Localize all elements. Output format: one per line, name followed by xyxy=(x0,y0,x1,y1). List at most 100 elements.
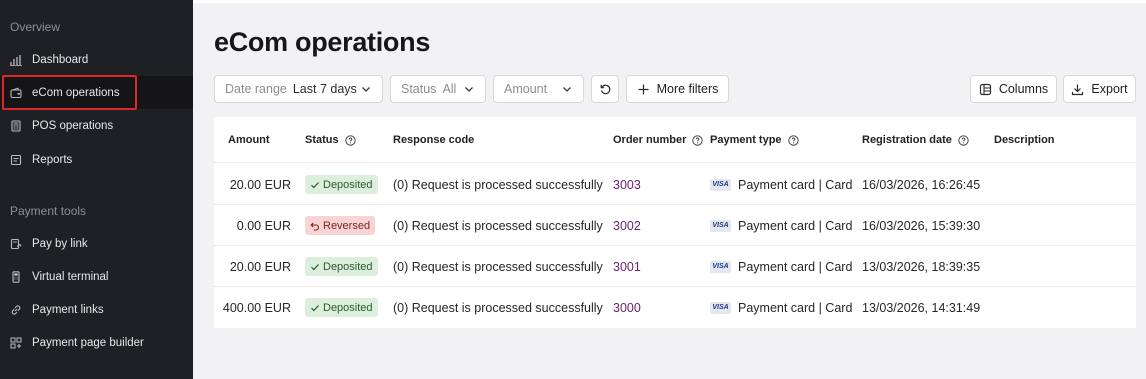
registration-date-cell: 16/03/2026, 15:39:30 xyxy=(862,218,981,233)
plus-icon xyxy=(637,83,650,96)
column-header-response-code[interactable]: Response code xyxy=(393,134,474,146)
more-filters-button[interactable]: More filters xyxy=(626,75,729,103)
page-builder-icon xyxy=(10,337,22,349)
pay-link-icon xyxy=(10,238,22,250)
column-header-label: Response code xyxy=(393,134,475,146)
check-icon xyxy=(310,262,320,272)
sidebar-item-pay-by-link[interactable]: Pay by link xyxy=(0,227,193,260)
chevron-down-icon xyxy=(360,83,372,95)
payment-type-cell: VISA Payment card | Card xyxy=(710,287,852,328)
column-header-label: Status xyxy=(305,134,339,146)
payment-type-cell: VISA Payment card | Card xyxy=(710,205,852,246)
column-header-description[interactable]: Description xyxy=(994,134,1055,146)
sidebar-item-label: Payment links xyxy=(32,303,104,316)
help-icon[interactable] xyxy=(692,134,704,146)
help-icon[interactable] xyxy=(958,134,969,146)
amount-filter[interactable]: Amount xyxy=(493,75,584,103)
column-header-status[interactable]: Status xyxy=(305,134,356,146)
sidebar-item-label: Payment page builder xyxy=(32,336,144,349)
column-header-order-number[interactable]: Order number xyxy=(613,134,704,146)
column-header-amount[interactable]: Amount xyxy=(228,134,270,146)
status-badge: Reversed xyxy=(305,216,376,235)
payment-type-label: Payment card | Card xyxy=(738,259,853,274)
status-badge: Deposited xyxy=(305,298,378,317)
order-number-link[interactable]: 3003 xyxy=(613,164,641,205)
status-badge-label: Deposited xyxy=(323,260,373,273)
payment-type-label: Payment card | Card xyxy=(738,300,853,315)
status-badge-label: Deposited xyxy=(323,178,373,191)
order-number-link[interactable]: 3000 xyxy=(613,287,641,328)
status-badge-label: Deposited xyxy=(323,301,373,314)
sidebar-item-reports[interactable]: Reports xyxy=(0,143,193,176)
table-row[interactable]: 400.00 EUR Deposited (0) Request is proc… xyxy=(214,287,1136,328)
undo-icon xyxy=(310,221,320,231)
amount-cell: 20.00 EUR xyxy=(229,177,291,192)
bar-chart-icon xyxy=(10,54,22,66)
terminal-icon xyxy=(10,270,22,283)
status-filter[interactable]: Status All xyxy=(390,75,486,103)
table-row[interactable]: 20.00 EUR Deposited (0) Request is proce… xyxy=(214,164,1136,205)
column-header-payment-type[interactable]: Payment type xyxy=(710,134,799,146)
visa-card-icon: VISA xyxy=(710,219,731,232)
date-range-filter[interactable]: Date range Last 7 days xyxy=(214,75,383,103)
sidebar-item-payment-page-builder[interactable]: Payment page builder xyxy=(0,326,193,359)
reset-filters-button[interactable] xyxy=(591,75,619,103)
table-row[interactable]: 20.00 EUR Deposited (0) Request is proce… xyxy=(214,246,1136,287)
sidebar-item-dashboard[interactable]: Dashboard xyxy=(0,43,193,76)
column-header-label: Amount xyxy=(228,134,270,146)
operations-table: Amount Status Response code Order number… xyxy=(214,117,1136,328)
sidebar-item-ecom-operations[interactable]: eCom operations xyxy=(0,76,193,109)
check-icon xyxy=(310,303,320,313)
sidebar-item-label: Virtual terminal xyxy=(32,270,109,283)
export-button[interactable]: Export xyxy=(1063,75,1136,103)
visa-card-icon: VISA xyxy=(710,260,731,273)
order-number-link[interactable]: 3001 xyxy=(613,246,641,287)
payment-type-label: Payment card | Card xyxy=(738,218,853,233)
columns-icon xyxy=(979,83,992,96)
section-label-payment-tools: Payment tools xyxy=(10,204,87,218)
visa-card-icon: VISA xyxy=(710,178,731,191)
column-header-label: Order number xyxy=(613,134,687,146)
payment-type-cell: VISA Payment card | Card xyxy=(710,246,852,287)
help-icon[interactable] xyxy=(787,134,799,146)
main-content: eCom operations Date range Last 7 days S… xyxy=(193,0,1146,379)
status-cell: Reversed xyxy=(305,205,376,246)
sidebar-item-pos-operations[interactable]: POS operations xyxy=(0,109,193,142)
response-code-cell: (0) Request is processed successfully xyxy=(393,218,603,233)
date-range-value: Last 7 days xyxy=(292,82,357,96)
amount-cell: 0.00 EUR xyxy=(236,218,291,233)
check-icon xyxy=(310,180,320,190)
column-header-label: Payment type xyxy=(710,134,782,146)
table-row[interactable]: 0.00 EUR Reversed (0) Request is process… xyxy=(214,205,1136,246)
more-filters-label: More filters xyxy=(656,82,719,96)
section-label-overview: Overview xyxy=(10,20,61,34)
wallet-icon xyxy=(10,87,22,99)
status-badge: Deposited xyxy=(305,257,378,276)
download-icon xyxy=(1071,83,1084,96)
sidebar-item-label: eCom operations xyxy=(32,86,120,99)
order-number-link[interactable]: 3002 xyxy=(613,205,641,246)
table-header: Amount Status Response code Order number… xyxy=(214,117,1136,163)
columns-button[interactable]: Columns xyxy=(970,75,1057,103)
report-icon xyxy=(10,154,22,166)
export-label: Export xyxy=(1091,82,1128,96)
registration-date-cell: 16/03/2026, 16:26:45 xyxy=(862,177,981,192)
top-divider xyxy=(193,0,1146,3)
sidebar: Overview Dashboard eCom operations POS o… xyxy=(0,0,193,379)
column-header-label: Registration date xyxy=(862,134,952,146)
sidebar-item-virtual-terminal[interactable]: Virtual terminal xyxy=(0,260,193,293)
status-cell: Deposited xyxy=(305,287,378,328)
payment-type-cell: VISA Payment card | Card xyxy=(710,164,852,205)
registration-date-cell: 13/03/2026, 18:39:35 xyxy=(862,259,981,274)
pos-terminal-icon xyxy=(10,119,22,132)
column-header-registration-date[interactable]: Registration date xyxy=(862,134,969,146)
amount-cell: 400.00 EUR xyxy=(222,300,291,315)
sidebar-item-payment-links[interactable]: Payment links xyxy=(0,293,193,326)
response-code-cell: (0) Request is processed successfully xyxy=(393,177,603,192)
sidebar-item-label: Reports xyxy=(32,153,73,166)
help-icon[interactable] xyxy=(344,134,356,146)
status-filter-value: All xyxy=(442,82,457,96)
status-cell: Deposited xyxy=(305,164,378,205)
amount-cell: 20.00 EUR xyxy=(229,259,291,274)
page-title: eCom operations xyxy=(214,27,431,57)
